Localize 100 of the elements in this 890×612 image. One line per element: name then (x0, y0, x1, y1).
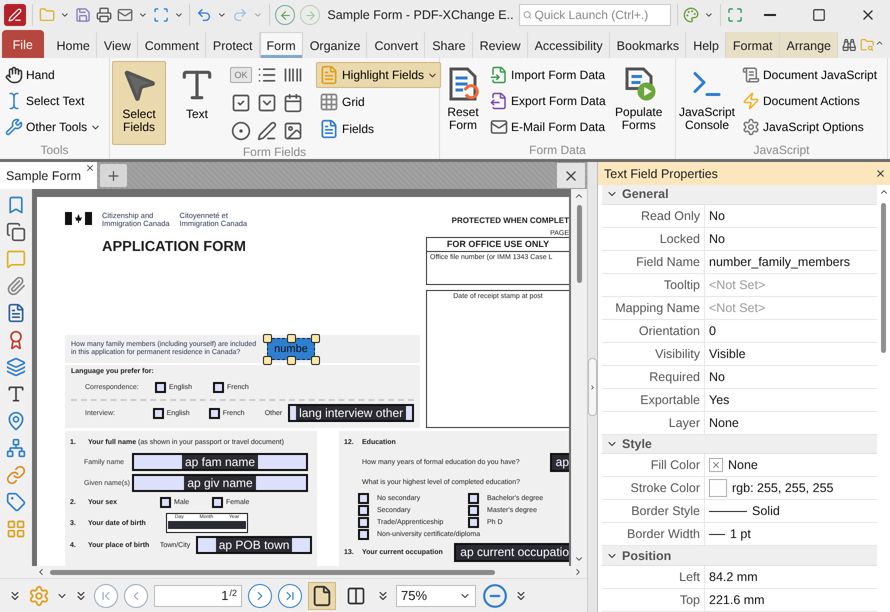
property-value[interactable]: rgb: 255, 255, 255 (732, 481, 834, 496)
hand-tool[interactable]: Hand (2, 62, 104, 88)
property-value[interactable]: 221.6 mm (709, 593, 765, 608)
scrollbar-thumb[interactable] (576, 205, 582, 283)
zoom-field[interactable]: 75% (396, 584, 476, 606)
checkbox[interactable] (358, 517, 369, 528)
other-tools-button[interactable]: Other Tools (2, 114, 104, 140)
checkbox[interactable] (468, 517, 479, 528)
grid-button[interactable]: Grid (316, 89, 442, 115)
group-title: JavaScript (752, 143, 811, 159)
javascript-options-button[interactable]: JavaScript Options (739, 114, 880, 140)
property-value[interactable]: None (709, 416, 739, 430)
property-name: Exportable (602, 388, 705, 411)
text-field[interactable]: ap (550, 453, 569, 472)
radio-button-icon[interactable] (231, 121, 251, 141)
fields-button[interactable]: Fields (316, 116, 442, 142)
close-document-button[interactable] (557, 163, 585, 188)
resize-handle[interactable] (311, 334, 320, 343)
checkbox[interactable] (160, 497, 171, 508)
email-form-data-button[interactable]: E-Mail Form Data (487, 114, 609, 140)
checkbox[interactable] (213, 382, 224, 392)
document-icon[interactable] (6, 303, 26, 323)
close-panel-button[interactable] (875, 168, 886, 179)
quick-launch-field[interactable]: Quick Launch (Ctrl+.) (518, 4, 671, 26)
document-javascript-button[interactable]: Document JavaScript (739, 62, 880, 88)
printer-icon[interactable] (96, 5, 112, 25)
reset-form-button[interactable]: Reset Form (442, 61, 484, 143)
menu-tab[interactable]: Format (726, 32, 780, 58)
menu-tab[interactable]: Form (260, 32, 303, 58)
populate-forms-button[interactable]: Populate Forms (612, 61, 666, 143)
pen-icon[interactable] (257, 121, 277, 141)
new-tab-button[interactable] (100, 164, 127, 187)
document-actions-button[interactable]: Document Actions (739, 88, 880, 114)
property-value[interactable]: No (709, 232, 725, 246)
select-text-tool[interactable]: Select Text (2, 88, 104, 114)
menu-tab[interactable]: Arrange (780, 32, 838, 58)
text-field[interactable]: lang interview other (288, 404, 414, 422)
property-value[interactable]: Solid (752, 504, 780, 518)
property-name: Locked (602, 228, 705, 250)
tag-icon[interactable] (6, 492, 26, 512)
resize-handle[interactable] (263, 356, 272, 365)
javascript-console-button[interactable]: JavaScript Console (678, 61, 736, 143)
property-value[interactable]: No (709, 208, 725, 223)
property-value[interactable]: Visible (709, 346, 746, 361)
last-page-button[interactable] (278, 584, 302, 608)
section-header[interactable]: Style (602, 434, 877, 454)
highlight-fields-button[interactable]: Highlight Fields (316, 62, 442, 88)
export-form-data-button[interactable]: Export Form Data (487, 88, 609, 114)
property-name: Border Style (602, 500, 705, 522)
scrollbar-thumb[interactable] (881, 203, 886, 353)
text-field[interactable]: ap current occupatio (454, 543, 569, 562)
resize-handle[interactable] (311, 356, 320, 365)
map-pin-icon[interactable] (6, 411, 26, 431)
property-value[interactable]: 0 (709, 324, 716, 338)
property-value[interactable]: 1 pt (730, 527, 751, 542)
text-field[interactable]: ap giv name (132, 474, 308, 492)
section-header[interactable]: Position (602, 546, 877, 566)
close-tab-button[interactable] (85, 163, 95, 173)
checkbox[interactable] (212, 497, 223, 508)
property-value[interactable]: No (709, 370, 725, 384)
import-form-data-button[interactable]: Import Form Data (487, 62, 609, 88)
resize-handle[interactable] (287, 356, 296, 365)
push-button-tool[interactable]: OK (230, 67, 252, 83)
checkbox[interactable] (155, 382, 166, 392)
checkbox[interactable] (358, 529, 369, 540)
property-value[interactable]: 84.2 mm (709, 570, 758, 584)
property-value[interactable]: None (728, 458, 758, 472)
zoom-out-icon[interactable] (482, 582, 508, 608)
property-value[interactable]: Yes (709, 392, 730, 407)
checkbox-icon[interactable] (231, 93, 251, 113)
checkbox[interactable] (468, 505, 479, 516)
section-header[interactable]: General (602, 185, 877, 205)
checkbox[interactable] (152, 408, 164, 418)
scrollbar-thumb[interactable] (50, 570, 495, 574)
select-fields-tool[interactable]: Select Fields (112, 61, 166, 145)
image-icon[interactable] (283, 121, 303, 141)
dropdown-icon[interactable] (257, 93, 277, 113)
checkbox[interactable] (358, 505, 369, 516)
checkbox[interactable] (358, 493, 369, 504)
resize-handle[interactable] (287, 334, 296, 343)
next-page-button[interactable] (248, 584, 272, 608)
resize-handle[interactable] (263, 334, 272, 343)
checkbox[interactable] (208, 408, 220, 418)
pages-icon[interactable] (6, 222, 26, 242)
document-tab[interactable]: Sample Form (0, 162, 97, 189)
single-page-button[interactable] (308, 582, 336, 610)
calendar-icon[interactable] (283, 93, 303, 113)
menu-tab[interactable]: File (2, 30, 44, 58)
paperclip-icon[interactable] (6, 276, 26, 296)
arrow-left-icon (278, 8, 292, 22)
text-field-tool[interactable]: Text (169, 61, 225, 145)
text-field[interactable]: ap POB town (196, 536, 312, 554)
palette-icon[interactable] (683, 5, 700, 25)
property-value[interactable]: number_family_members (709, 254, 850, 269)
text-field[interactable]: ap fam name (132, 453, 308, 471)
checkbox[interactable] (468, 493, 479, 504)
text-icon[interactable] (6, 384, 26, 404)
tree-icon[interactable] (6, 438, 26, 458)
back-button[interactable] (275, 5, 296, 25)
layers-icon[interactable] (6, 357, 26, 377)
